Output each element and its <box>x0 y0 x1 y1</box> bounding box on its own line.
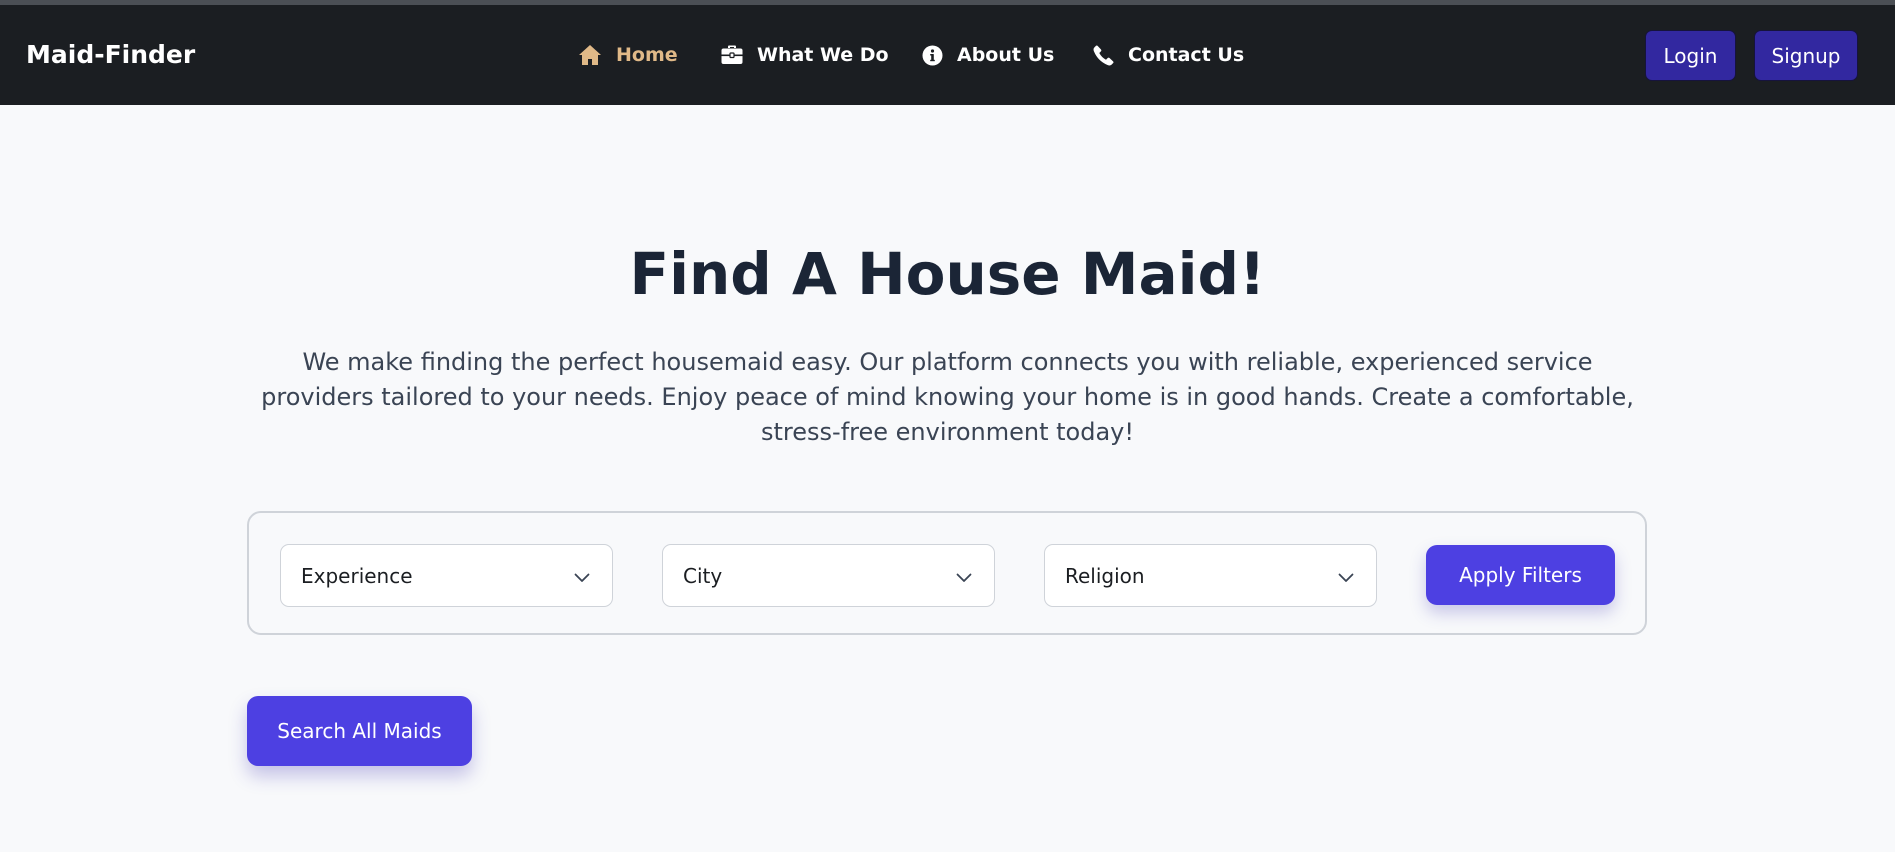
nav-link-contact-us[interactable]: Contact Us <box>1093 5 1244 105</box>
page-title: Find A House Maid! <box>629 240 1266 308</box>
religion-select-value: Religion <box>1065 563 1145 588</box>
city-select-value: City <box>683 563 723 588</box>
chevron-down-icon <box>574 564 590 588</box>
religion-select[interactable]: Religion <box>1044 544 1377 607</box>
apply-filters-button[interactable]: Apply Filters <box>1426 545 1615 605</box>
login-button[interactable]: Login <box>1645 30 1736 81</box>
signup-button[interactable]: Signup <box>1754 30 1858 81</box>
chevron-down-icon <box>1338 564 1354 588</box>
nav-link-about-us[interactable]: About Us <box>922 5 1054 105</box>
briefcase-icon <box>721 45 743 65</box>
search-all-maids-button[interactable]: Search All Maids <box>247 696 472 766</box>
nav-links: Home What We Do About Us Contact Us <box>0 5 1895 105</box>
nav-link-label: About Us <box>957 44 1055 66</box>
home-icon <box>578 44 602 66</box>
navbar: Maid-Finder Home What We Do About Us Con… <box>0 5 1895 105</box>
nav-link-label: What We Do <box>757 44 889 66</box>
hero-description: We make finding the perfect housemaid ea… <box>261 348 1634 446</box>
nav-link-home[interactable]: Home <box>578 5 678 105</box>
experience-select-value: Experience <box>301 563 413 588</box>
filter-panel: Experience City Religion Apply Filters <box>247 511 1647 635</box>
phone-icon <box>1093 44 1114 66</box>
experience-select[interactable]: Experience <box>280 544 613 607</box>
nav-link-label: Home <box>616 44 678 66</box>
info-circle-icon <box>922 45 943 66</box>
chevron-down-icon <box>956 564 972 588</box>
nav-link-what-we-do[interactable]: What We Do <box>721 5 889 105</box>
nav-link-label: Contact Us <box>1128 44 1245 66</box>
city-select[interactable]: City <box>662 544 995 607</box>
